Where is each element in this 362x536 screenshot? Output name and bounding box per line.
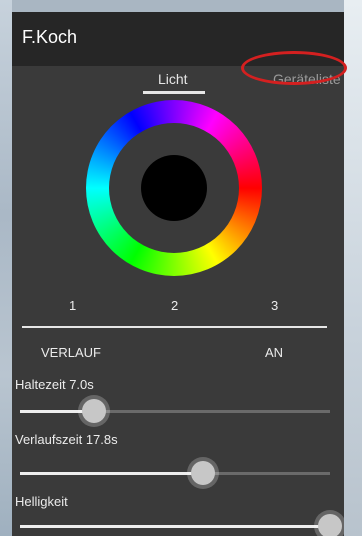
haltezeit-label: Haltezeit 7.0s <box>15 377 94 392</box>
verlaufszeit-label: Verlaufszeit 17.8s <box>15 432 118 447</box>
verlaufszeit-slider[interactable] <box>20 461 330 485</box>
preset-1[interactable]: 1 <box>69 298 76 313</box>
verlauf-toggle[interactable]: AN <box>265 345 283 360</box>
slider-fill <box>20 472 203 475</box>
background-right <box>344 0 362 536</box>
tab-licht[interactable]: Licht <box>158 71 188 87</box>
preset-2[interactable]: 2 <box>171 298 178 313</box>
slider-fill <box>20 525 330 528</box>
annotation-circle <box>241 51 347 85</box>
preset-divider <box>22 326 327 328</box>
app-screen: F.Koch Licht Geräteliste 1 2 3 VERLAUF A… <box>12 12 344 536</box>
helligkeit-slider[interactable] <box>20 514 342 536</box>
slider-thumb[interactable] <box>318 514 342 536</box>
haltezeit-slider[interactable] <box>20 399 330 423</box>
slider-thumb[interactable] <box>82 399 107 423</box>
helligkeit-label: Helligkeit <box>15 494 68 509</box>
background-left <box>0 0 12 536</box>
tab-indicator <box>143 91 205 94</box>
selected-color-preview <box>141 155 207 221</box>
verlauf-label[interactable]: VERLAUF <box>41 345 101 360</box>
app-title: F.Koch <box>22 27 78 47</box>
preset-3[interactable]: 3 <box>271 298 278 313</box>
slider-thumb[interactable] <box>190 461 215 485</box>
